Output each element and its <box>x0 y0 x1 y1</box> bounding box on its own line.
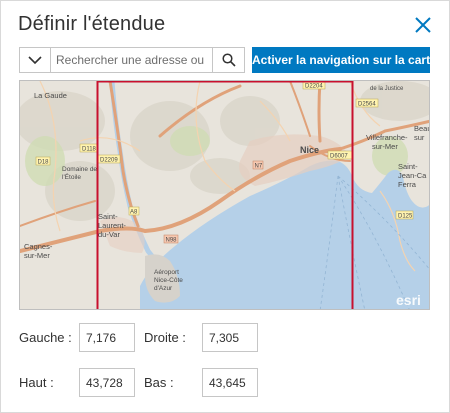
search-input[interactable] <box>51 48 212 72</box>
road-label-n98: N98 <box>166 238 178 244</box>
dialog-title: Définir l'étendue <box>18 13 166 35</box>
map-label-saint-jean-3: Ferra <box>398 180 417 189</box>
map-label-saint-laurent-3: du-Var <box>98 230 120 239</box>
address-search <box>19 47 245 73</box>
search-icon <box>221 53 236 67</box>
map-label-saint-laurent-2: Laurent- <box>98 221 126 230</box>
road-label-d2564: D2564 <box>358 102 376 108</box>
map-label-beau-2: sur <box>414 133 425 142</box>
road-label-d2209: D2209 <box>100 158 118 164</box>
map-label-nice: Nice <box>300 145 319 155</box>
haut-label: Haut : <box>19 375 54 390</box>
map-label-aeroport: Aéroport <box>154 269 179 276</box>
map-label-domaine-2: l'Étoile <box>62 172 81 181</box>
map-label-justice: de la Justice <box>370 86 404 92</box>
extent-map[interactable]: La Gaude Domaine de l'Étoile Saint- Laur… <box>19 80 430 310</box>
map-label-villefranche-2: sur-Mer <box>372 142 398 151</box>
esri-logo: esri <box>396 292 421 308</box>
map-label-saint-laurent: Saint- <box>98 212 118 221</box>
road-label-d6007: D6007 <box>330 154 348 160</box>
bas-label: Bas : <box>144 375 174 390</box>
map-label-aeroport-2: Nice-Côte <box>154 277 183 284</box>
set-extent-dialog: Définir l'étendue Activer la navigation … <box>0 0 450 413</box>
chevron-down-icon <box>28 55 42 64</box>
map-label-saint-jean-2: Jean-Ca <box>398 171 427 180</box>
droite-field[interactable] <box>202 323 258 352</box>
map-basemap: La Gaude Domaine de l'Étoile Saint- Laur… <box>20 81 430 309</box>
haut-field[interactable] <box>79 368 135 397</box>
road-label-d2204: D2204 <box>305 84 323 90</box>
road-label-d125: D125 <box>398 214 413 220</box>
gauche-field[interactable] <box>79 323 135 352</box>
map-label-aeroport-3: d'Azur <box>154 285 173 292</box>
search-source-dropdown[interactable] <box>20 48 51 72</box>
map-label-villefranche: Villefranche- <box>366 133 408 142</box>
bas-field[interactable] <box>202 368 258 397</box>
map-label-saint-jean: Saint- <box>398 162 418 171</box>
map-label-cagnes-2: sur-Mer <box>24 251 50 260</box>
gauche-label: Gauche : <box>19 330 72 345</box>
close-icon[interactable] <box>412 14 434 36</box>
enable-map-navigation-button[interactable]: Activer la navigation sur la carte <box>252 47 437 73</box>
road-label-d118: D118 <box>82 147 97 153</box>
map-label-la-gaude: La Gaude <box>34 91 67 100</box>
map-label-cagnes: Cagnes- <box>24 242 53 251</box>
droite-label: Droite : <box>144 330 186 345</box>
road-label-d18: D18 <box>38 160 50 166</box>
road-label-n7: N7 <box>255 164 263 170</box>
map-label-beau: Beau <box>414 124 430 133</box>
road-label-a8: A8 <box>130 210 138 216</box>
map-label-domaine: Domaine de <box>62 166 97 173</box>
search-button[interactable] <box>212 48 244 72</box>
